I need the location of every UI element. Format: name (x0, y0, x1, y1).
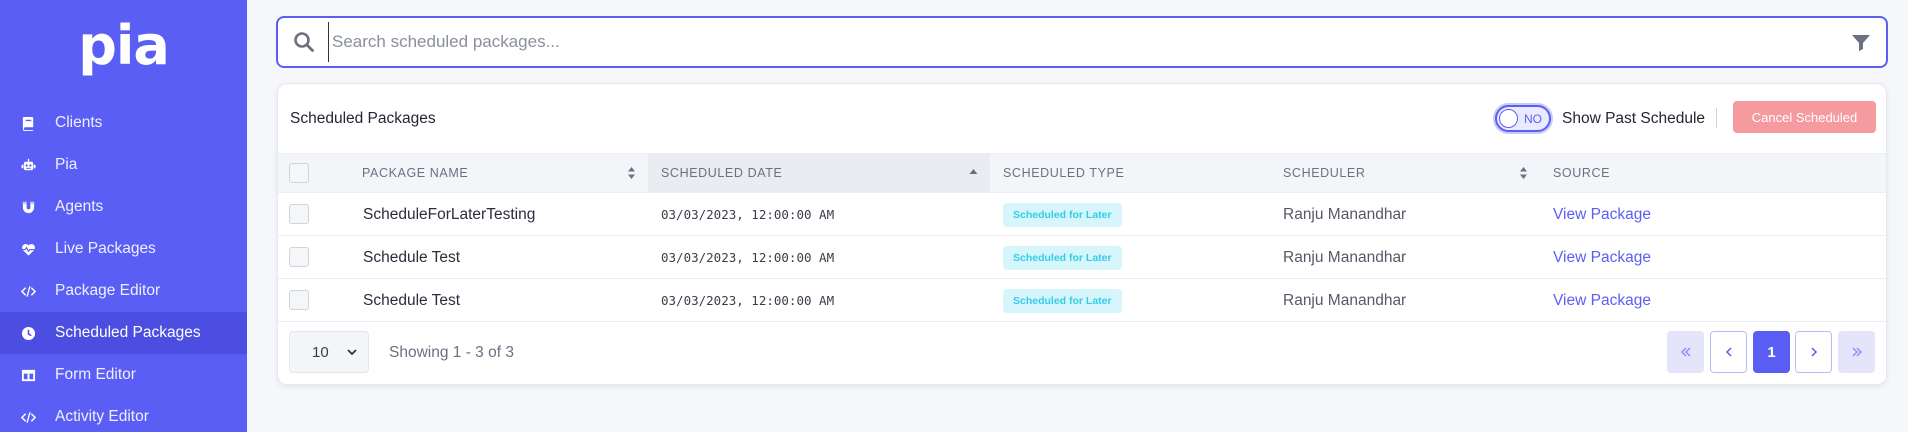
code-icon (20, 283, 36, 299)
scheduler-name: Ranju Manandhar (1283, 205, 1407, 223)
package-name: Schedule Test (363, 248, 461, 266)
heartbeat-icon (20, 241, 36, 257)
header-scheduled-type[interactable]: SCHEDULED TYPE (990, 154, 1270, 192)
header-scheduled-date[interactable]: SCHEDULED DATE (648, 154, 990, 192)
sort-asc-icon (969, 169, 978, 174)
scheduled-type-cell: Scheduled for Later (1003, 236, 1122, 279)
header-label: SOURCE (1553, 166, 1611, 180)
sidebar: pia Clients Pia Agents Live Packages Pac… (0, 0, 247, 432)
table-icon (20, 367, 36, 383)
table-row[interactable]: Schedule Test 03/03/2023, 12:00:00 AM Sc… (278, 236, 1886, 279)
page-size-select[interactable]: 10 (289, 331, 369, 373)
double-chevron-left-icon (1680, 347, 1691, 357)
table-row[interactable]: Schedule Test 03/03/2023, 12:00:00 AM Sc… (278, 279, 1886, 322)
page-button-current[interactable]: 1 (1753, 331, 1790, 373)
header-source: SOURCE (1540, 154, 1740, 192)
header-scheduler[interactable]: SCHEDULER (1270, 154, 1540, 192)
clock-icon (20, 325, 36, 341)
code-icon (20, 409, 36, 425)
header-label: SCHEDULED DATE (661, 166, 783, 180)
scheduled-date: 03/03/2023, 12:00:00 AM (661, 293, 835, 308)
sidebar-item-label: Agents (55, 198, 104, 215)
view-package-link[interactable]: View Package (1553, 236, 1651, 279)
sidebar-item-form-editor[interactable]: Form Editor (0, 354, 247, 396)
sidebar-nav: Clients Pia Agents Live Packages Package… (0, 102, 247, 432)
scheduled-date: 03/03/2023, 12:00:00 AM (661, 207, 835, 222)
page-size-value: 10 (312, 343, 329, 361)
show-past-label: Show Past Schedule (1562, 110, 1706, 127)
sidebar-item-clients[interactable]: Clients (0, 102, 247, 144)
sidebar-item-agents[interactable]: Agents (0, 186, 247, 228)
view-package-link[interactable]: View Package (1553, 279, 1651, 322)
scheduled-packages-card: Scheduled Packages NO Show Past Schedule… (277, 83, 1887, 385)
book-icon (20, 115, 36, 131)
sidebar-item-scheduled-packages[interactable]: Scheduled Packages (0, 312, 247, 354)
sidebar-item-label: Live Packages (55, 240, 156, 257)
sidebar-item-pia[interactable]: Pia (0, 144, 247, 186)
cancel-scheduled-button[interactable]: Cancel Scheduled (1733, 101, 1876, 133)
last-page-button[interactable] (1838, 331, 1875, 373)
status-badge: Scheduled for Later (1003, 202, 1122, 227)
sidebar-item-label: Clients (55, 114, 103, 131)
sidebar-item-label: Pia (55, 156, 78, 173)
sidebar-item-label: Form Editor (55, 366, 136, 383)
sort-icon (1520, 167, 1527, 179)
app-logo[interactable]: pia (0, 14, 247, 77)
scheduler-name: Ranju Manandhar (1283, 291, 1407, 309)
status-badge: Scheduled for Later (1003, 288, 1122, 313)
table-row[interactable]: ScheduleForLaterTesting 03/03/2023, 12:0… (278, 193, 1886, 236)
scheduled-type-cell: Scheduled for Later (1003, 279, 1122, 322)
sort-icon (628, 167, 635, 179)
package-name: Schedule Test (363, 291, 461, 309)
view-package-link[interactable]: View Package (1553, 193, 1651, 236)
sidebar-item-label: Scheduled Packages (55, 324, 201, 341)
select-all-checkbox[interactable] (289, 163, 309, 183)
card-title: Scheduled Packages (290, 110, 436, 127)
scheduled-date: 03/03/2023, 12:00:00 AM (661, 250, 835, 265)
status-badge: Scheduled for Later (1003, 245, 1122, 270)
magnet-icon (20, 199, 36, 215)
show-past-toggle[interactable]: NO (1495, 105, 1551, 132)
toggle-state: NO (1524, 111, 1542, 126)
header-label: PACKAGE NAME (362, 166, 469, 180)
search-icon (292, 30, 316, 54)
header-label: SCHEDULER (1283, 166, 1366, 180)
sidebar-item-activity-editor[interactable]: Activity Editor (0, 396, 247, 432)
prev-page-button[interactable] (1710, 331, 1747, 373)
toggle-knob (1499, 109, 1518, 128)
next-page-button[interactable] (1795, 331, 1832, 373)
robot-icon (20, 157, 36, 173)
chevron-down-icon (347, 349, 357, 356)
first-page-button[interactable] (1667, 331, 1704, 373)
row-checkbox[interactable] (289, 247, 309, 267)
header-package-name[interactable]: PACKAGE NAME (362, 154, 648, 192)
scheduled-type-cell: Scheduled for Later (1003, 193, 1122, 236)
row-checkbox[interactable] (289, 290, 309, 310)
table-header: PACKAGE NAME SCHEDULED DATE SCHEDULED TY… (278, 153, 1886, 193)
sidebar-item-label: Activity Editor (55, 408, 149, 425)
double-chevron-right-icon (1851, 347, 1862, 357)
showing-count: Showing 1 - 3 of 3 (389, 344, 514, 361)
sidebar-item-package-editor[interactable]: Package Editor (0, 270, 247, 312)
header-label: SCHEDULED TYPE (1003, 166, 1125, 180)
search-input[interactable] (328, 22, 1850, 62)
chevron-left-icon (1725, 347, 1732, 357)
package-name: ScheduleForLaterTesting (363, 205, 536, 223)
chevron-right-icon (1810, 347, 1817, 357)
row-checkbox[interactable] (289, 204, 309, 224)
filter-icon[interactable] (1850, 31, 1872, 53)
divider (1716, 108, 1717, 128)
search-bar (276, 16, 1888, 68)
scheduler-name: Ranju Manandhar (1283, 248, 1407, 266)
sidebar-item-label: Package Editor (55, 282, 161, 299)
sidebar-item-live-packages[interactable]: Live Packages (0, 228, 247, 270)
